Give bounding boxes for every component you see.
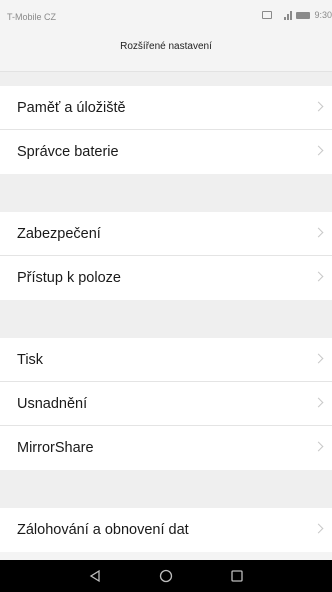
settings-item-label: Paměť a úložiště [17,100,126,116]
settings-item-backup-restore[interactable]: Zálohování a obnovení dat [0,508,332,552]
settings-item-security[interactable]: Zabezpečení [0,212,332,256]
page-title-bar: Rozšířené nastavení [0,32,332,72]
settings-item-accessibility[interactable]: Usnadnění [0,382,332,426]
chevron-right-icon [313,523,324,534]
settings-item-label: Zabezpečení [17,226,101,242]
group-spacer [0,72,332,86]
settings-group-security: Zabezpečení Přístup k poloze [0,212,332,300]
status-icons: 9:30 [262,10,332,20]
settings-list: Paměť a úložiště Správce baterie Zabezpe… [0,72,332,552]
status-bar: T-Mobile CZ 9:30 [0,0,332,32]
settings-item-print[interactable]: Tisk [0,338,332,382]
group-spacer [0,470,332,508]
settings-group-storage: Paměť a úložiště Správce baterie [0,86,332,174]
settings-item-mirrorshare[interactable]: MirrorShare [0,426,332,470]
settings-item-label: Tisk [17,352,44,368]
settings-item-label: Usnadnění [17,396,88,412]
back-triangle-icon[interactable] [88,569,102,583]
settings-item-label: Zálohování a obnovení dat [17,522,189,538]
battery-icon [296,11,311,19]
carrier-name: T-Mobile CZ [7,12,57,22]
recent-square-icon[interactable] [230,569,244,583]
settings-item-location-access[interactable]: Přístup k poloze [0,256,332,300]
chevron-right-icon [313,227,324,238]
chevron-right-icon [313,271,324,282]
settings-item-label: Správce baterie [17,144,119,160]
chevron-right-icon [313,441,324,452]
clock: 9:30 [314,10,332,20]
chevron-right-icon [313,145,324,156]
chevron-right-icon [313,353,324,364]
settings-group-backup: Zálohování a obnovení dat [0,508,332,552]
settings-item-memory-storage[interactable]: Paměť a úložiště [0,86,332,130]
page-title: Rozšířené nastavení [120,41,212,52]
cast-icon [262,11,273,19]
home-circle-icon[interactable] [159,569,173,583]
chevron-right-icon [313,397,324,408]
chevron-right-icon [313,101,324,112]
group-spacer [0,300,332,338]
group-spacer [0,174,332,212]
settings-group-print: Tisk Usnadnění MirrorShare [0,338,332,470]
settings-item-battery-manager[interactable]: Správce baterie [0,130,332,174]
navigation-bar [0,560,332,592]
settings-item-label: MirrorShare [17,440,94,456]
signal-icon [276,10,293,20]
settings-item-label: Přístup k poloze [17,270,121,286]
